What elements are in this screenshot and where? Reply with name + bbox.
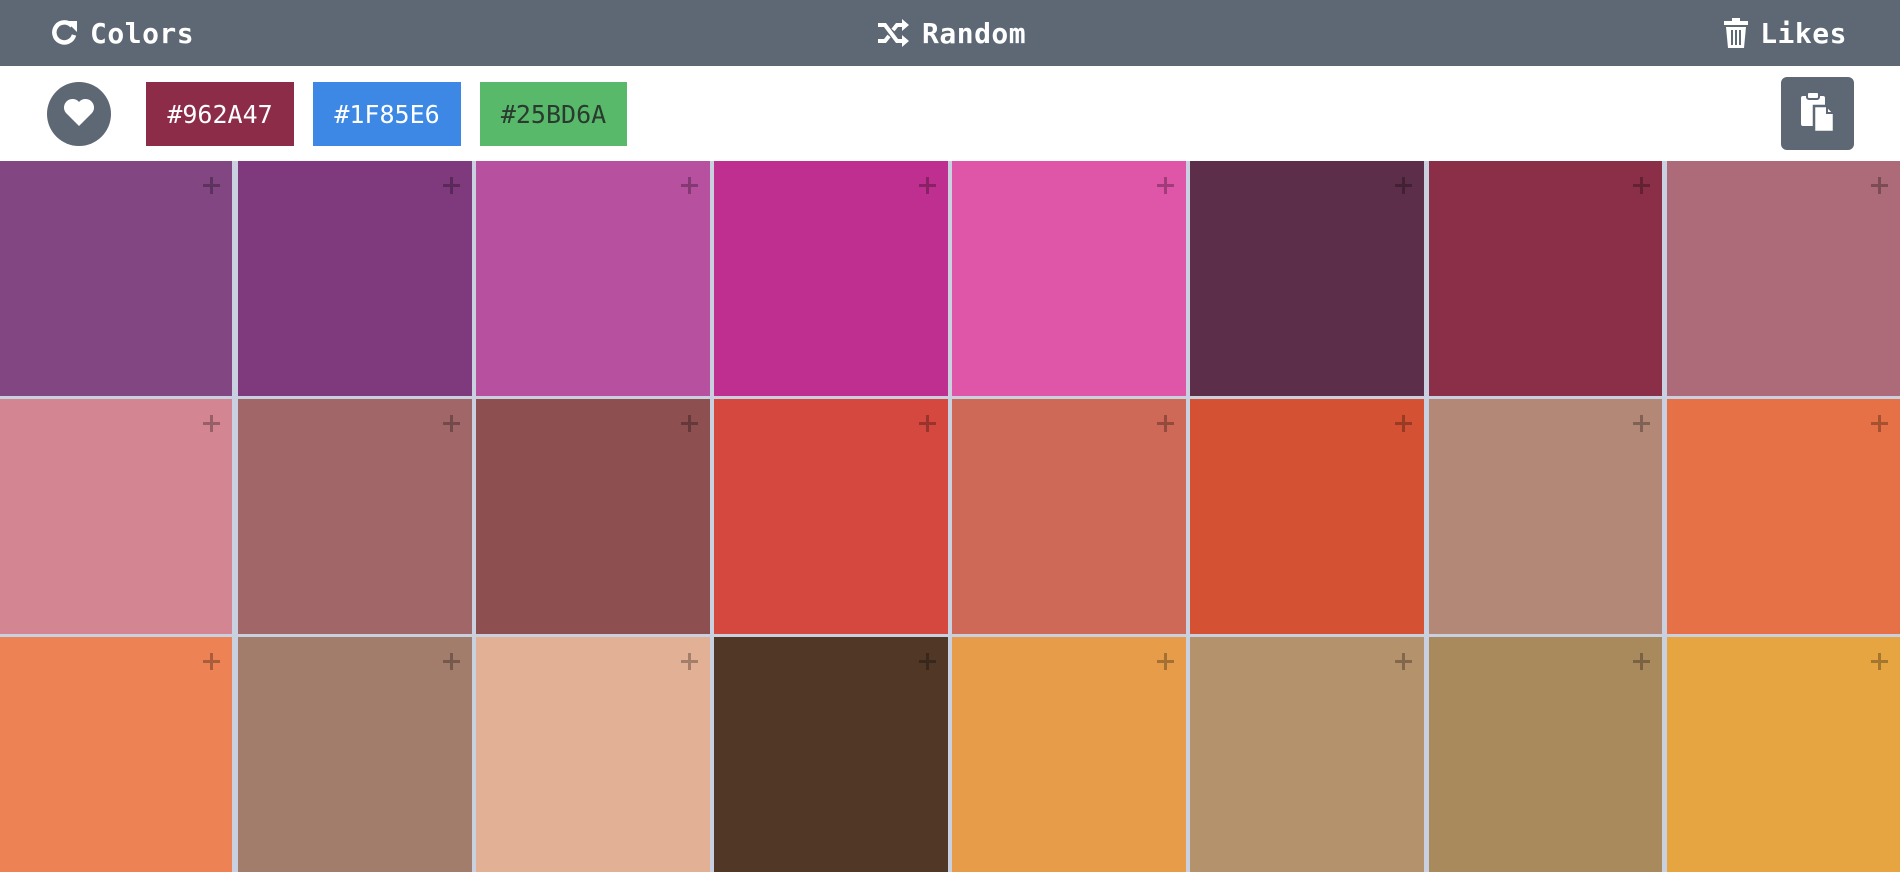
color-swatch[interactable] [714, 161, 948, 396]
add-color-icon[interactable] [1633, 653, 1650, 670]
chip-hex-label: #962A47 [167, 99, 273, 129]
likes-nav-label: Likes [1760, 16, 1847, 50]
color-swatch[interactable] [1667, 399, 1900, 634]
trash-icon [1724, 18, 1749, 48]
add-color-icon[interactable] [1395, 653, 1412, 670]
color-swatch[interactable] [1190, 161, 1424, 396]
add-color-icon[interactable] [1157, 177, 1174, 194]
add-color-icon[interactable] [443, 177, 460, 194]
color-swatch[interactable] [476, 399, 710, 634]
copy-palette-button[interactable] [1781, 77, 1854, 150]
random-nav-button[interactable]: Random [876, 0, 1026, 66]
clipboard-icon [1797, 90, 1839, 137]
add-color-icon[interactable] [681, 653, 698, 670]
color-swatch[interactable] [238, 637, 472, 872]
add-color-icon[interactable] [1633, 415, 1650, 432]
random-nav-label: Random [922, 16, 1027, 50]
color-swatch[interactable] [952, 399, 1186, 634]
add-color-icon[interactable] [1395, 177, 1412, 194]
add-color-icon[interactable] [1871, 653, 1888, 670]
selected-color-chip[interactable]: #25BD6A [480, 82, 627, 146]
color-swatch[interactable] [1429, 161, 1662, 396]
chip-hex-label: #1F85E6 [334, 99, 440, 129]
add-color-icon[interactable] [1395, 415, 1412, 432]
color-swatch[interactable] [952, 161, 1186, 396]
refresh-icon [50, 18, 78, 48]
add-color-icon[interactable] [1633, 177, 1650, 194]
add-color-icon[interactable] [1871, 415, 1888, 432]
selected-color-chip[interactable]: #962A47 [146, 82, 294, 146]
shuffle-icon [876, 19, 910, 47]
color-swatch[interactable] [0, 637, 232, 872]
likes-nav-button[interactable]: Likes [1724, 0, 1847, 66]
color-swatch[interactable] [238, 399, 472, 634]
colors-nav-label: Colors [90, 16, 195, 50]
selected-color-chip[interactable]: #1F85E6 [313, 82, 461, 146]
colors-nav-button[interactable]: Colors [50, 0, 194, 66]
color-grid [0, 161, 1900, 872]
heart-icon [63, 97, 95, 131]
color-swatch[interactable] [1429, 399, 1662, 634]
add-color-icon[interactable] [681, 177, 698, 194]
add-color-icon[interactable] [203, 177, 220, 194]
add-color-icon[interactable] [443, 653, 460, 670]
color-swatch[interactable] [1667, 637, 1900, 872]
like-palette-button[interactable] [47, 82, 111, 146]
top-navigation-bar: Colors Random Likes [0, 0, 1900, 66]
color-swatch[interactable] [476, 161, 710, 396]
add-color-icon[interactable] [203, 653, 220, 670]
color-swatch[interactable] [714, 399, 948, 634]
color-swatch[interactable] [714, 637, 948, 872]
color-swatch[interactable] [238, 161, 472, 396]
add-color-icon[interactable] [919, 653, 936, 670]
add-color-icon[interactable] [919, 177, 936, 194]
color-swatch[interactable] [1667, 161, 1900, 396]
add-color-icon[interactable] [1157, 653, 1174, 670]
add-color-icon[interactable] [681, 415, 698, 432]
color-swatch[interactable] [952, 637, 1186, 872]
color-swatch[interactable] [1190, 637, 1424, 872]
chip-hex-label: #25BD6A [500, 99, 607, 129]
add-color-icon[interactable] [1157, 415, 1174, 432]
color-swatch[interactable] [0, 161, 232, 396]
color-swatch[interactable] [476, 637, 710, 872]
add-color-icon[interactable] [203, 415, 220, 432]
add-color-icon[interactable] [443, 415, 460, 432]
add-color-icon[interactable] [919, 415, 936, 432]
selected-palette-bar: #962A47 #1F85E6 #25BD6A [0, 66, 1900, 161]
color-swatch[interactable] [1190, 399, 1424, 634]
add-color-icon[interactable] [1871, 177, 1888, 194]
color-swatch[interactable] [0, 399, 232, 634]
color-swatch[interactable] [1429, 637, 1662, 872]
